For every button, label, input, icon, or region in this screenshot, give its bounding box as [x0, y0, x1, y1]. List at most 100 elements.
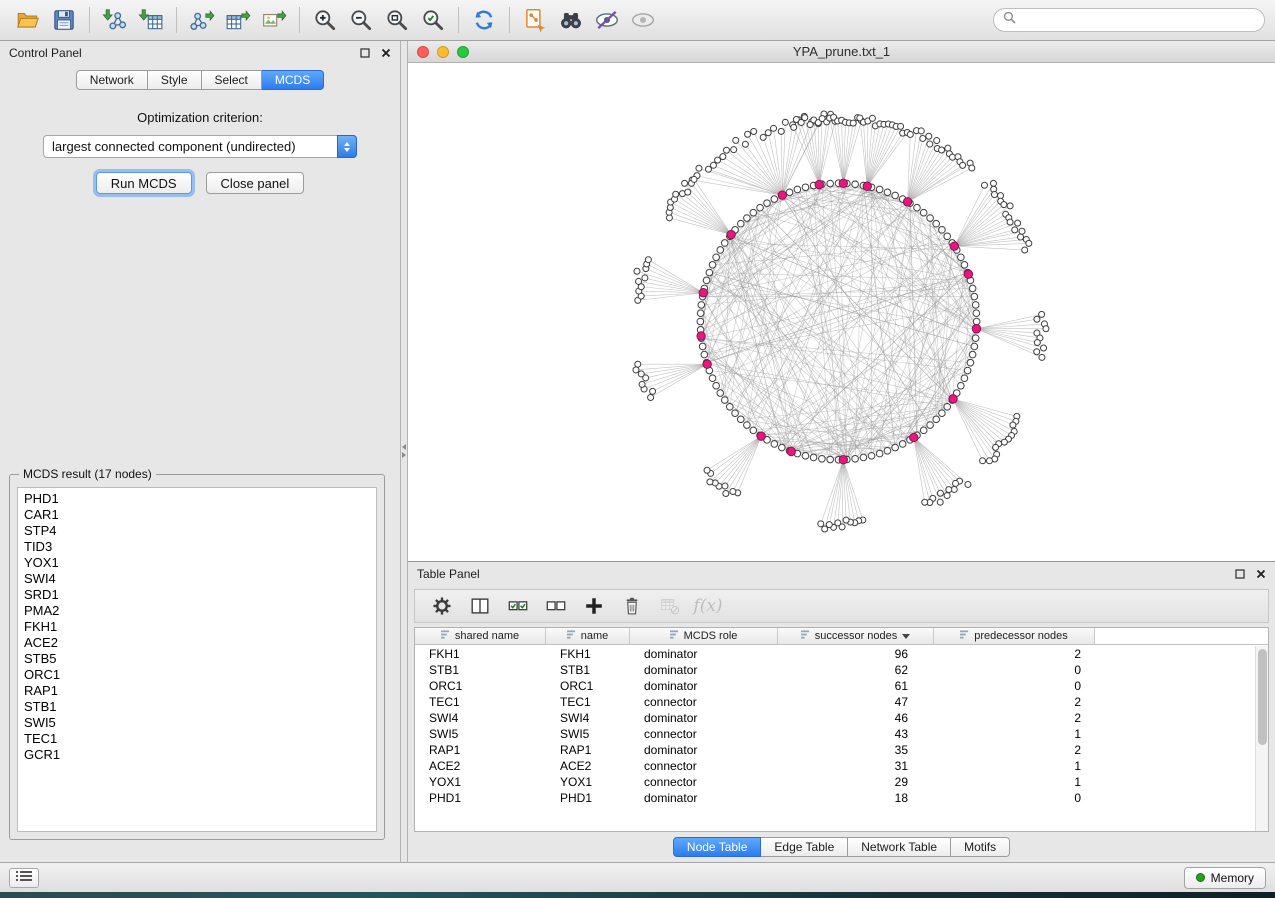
zoom-in-button[interactable] [307, 4, 343, 36]
search-box[interactable] [993, 8, 1265, 32]
table-row[interactable]: ACE2ACE2connector311 [415, 758, 1268, 774]
zoom-out-icon [348, 7, 374, 33]
table-panel-float-button[interactable] [1235, 569, 1245, 579]
show-graphics-details-button[interactable] [625, 4, 661, 36]
add-column-button[interactable] [579, 592, 609, 620]
tab-mcds[interactable]: MCDS [262, 70, 324, 90]
table-toolbar: f(x) [414, 589, 1269, 623]
zoom-out-button[interactable] [343, 4, 379, 36]
close-window-button[interactable] [417, 46, 429, 58]
table-cell: dominator [630, 679, 778, 693]
mcds-result-item[interactable]: YOX1 [24, 555, 370, 571]
export-network-button[interactable] [184, 4, 220, 36]
mcds-result-item[interactable]: STB5 [24, 651, 370, 667]
select-all-button[interactable] [503, 592, 533, 620]
table-cell: connector [630, 695, 778, 709]
mcds-result-list[interactable]: PHD1CAR1STP4TID3YOX1SWI4SRD1PMA2FKH1ACE2… [17, 487, 377, 832]
mcds-result-item[interactable]: STB1 [24, 699, 370, 715]
mcds-result-item[interactable]: SWI5 [24, 715, 370, 731]
mcds-result-item[interactable]: PHD1 [24, 491, 370, 507]
export-table-button[interactable] [220, 4, 256, 36]
mcds-result-item[interactable]: FKH1 [24, 619, 370, 635]
run-mcds-button[interactable]: Run MCDS [96, 172, 192, 194]
criterion-selected-value: largest connected component (undirected) [52, 139, 296, 154]
table-cell: SWI4 [415, 711, 546, 725]
table-cell: connector [630, 759, 778, 773]
criterion-select[interactable]: largest connected component (undirected) [43, 135, 357, 158]
maximize-window-button[interactable] [457, 46, 469, 58]
table-row[interactable]: SWI4SWI4dominator462 [415, 710, 1268, 726]
tab-style[interactable]: Style [148, 70, 202, 90]
status-menu-button[interactable] [9, 868, 39, 888]
table-cell: RAP1 [415, 743, 546, 757]
toolbar-separator [89, 7, 90, 33]
table-row[interactable]: ORC1ORC1dominator610 [415, 678, 1268, 694]
mcds-result-item[interactable]: ORC1 [24, 667, 370, 683]
column-header-name[interactable]: name [546, 628, 630, 644]
table-scrollbar[interactable] [1255, 646, 1268, 831]
column-type-icon [670, 630, 679, 642]
zoom-selected-button[interactable] [415, 4, 451, 36]
table-row[interactable]: STB1STB1dominator620 [415, 662, 1268, 678]
tab-edge-table[interactable]: Edge Table [761, 837, 848, 857]
table-row[interactable]: SWI5SWI5connector431 [415, 726, 1268, 742]
control-panel-close-button[interactable] [381, 48, 391, 58]
table-row[interactable]: PHD1PHD1dominator180 [415, 790, 1268, 806]
deselect-all-button[interactable] [541, 592, 571, 620]
tab-select[interactable]: Select [202, 70, 262, 90]
mcds-result-item[interactable]: GCR1 [24, 747, 370, 763]
import-network-from-file-button[interactable] [97, 4, 133, 36]
show-columns-button[interactable] [465, 592, 495, 620]
table-row[interactable]: FKH1FKH1dominator962 [415, 646, 1268, 662]
tab-node-table[interactable]: Node Table [673, 837, 762, 857]
mcds-result-item[interactable]: TID3 [24, 539, 370, 555]
scrollbar-thumb[interactable] [1258, 649, 1267, 745]
control-panel-float-button[interactable] [360, 48, 370, 58]
mcds-result-item[interactable]: TEC1 [24, 731, 370, 747]
save-session-button[interactable] [46, 4, 82, 36]
column-header-predecessor-nodes[interactable]: predecessor nodes [934, 628, 1095, 644]
table-options-button[interactable] [427, 592, 457, 620]
search-input[interactable] [1021, 13, 1255, 27]
sort-caret-icon [902, 630, 910, 642]
copy-style-button[interactable] [517, 4, 553, 36]
tab-network[interactable]: Network [76, 70, 148, 90]
find-button[interactable] [553, 4, 589, 36]
table-cell: dominator [630, 743, 778, 757]
column-header-shared-name[interactable]: shared name [415, 628, 546, 644]
mcds-result-item[interactable]: ACE2 [24, 635, 370, 651]
mcds-result-item[interactable]: SRD1 [24, 587, 370, 603]
hide-selected-button[interactable] [589, 4, 625, 36]
zoom-fit-content-button[interactable] [379, 4, 415, 36]
mcds-result-item[interactable]: CAR1 [24, 507, 370, 523]
memory-status-icon [1196, 873, 1205, 882]
toolbar-buttons [10, 4, 661, 36]
table-row[interactable]: YOX1YOX1connector291 [415, 774, 1268, 790]
mcds-result-item[interactable]: SWI4 [24, 571, 370, 587]
mcds-result-item[interactable]: STP4 [24, 523, 370, 539]
table-panel-close-button[interactable] [1256, 569, 1266, 579]
export-image-button[interactable] [256, 4, 292, 36]
node-table: shared namenameMCDS rolesuccessor nodesp… [414, 627, 1269, 832]
tab-motifs[interactable]: Motifs [951, 837, 1010, 857]
tab-network-table[interactable]: Network Table [848, 837, 951, 857]
panel-splitter[interactable] [400, 41, 408, 862]
table-row[interactable]: TEC1TEC1connector472 [415, 694, 1268, 710]
column-header-successor-nodes[interactable]: successor nodes [778, 628, 934, 644]
delete-columns-button[interactable] [617, 592, 647, 620]
memory-button[interactable]: Memory [1184, 867, 1266, 889]
table-panel-title: Table Panel [417, 567, 480, 581]
open-session-button[interactable] [10, 4, 46, 36]
import-table-from-file-button[interactable] [133, 4, 169, 36]
table-cell: STB1 [546, 663, 630, 677]
close-mcds-panel-button[interactable]: Close panel [206, 172, 305, 194]
mcds-result-item[interactable]: RAP1 [24, 683, 370, 699]
network-canvas[interactable] [408, 63, 1275, 561]
table-options-icon [431, 595, 453, 617]
column-header-MCDS-role[interactable]: MCDS role [630, 628, 778, 644]
apply-layout-button[interactable] [466, 4, 502, 36]
table-row[interactable]: RAP1RAP1dominator352 [415, 742, 1268, 758]
mcds-result-item[interactable]: PMA2 [24, 603, 370, 619]
splitter-handle-icon [401, 444, 407, 458]
minimize-window-button[interactable] [437, 46, 449, 58]
